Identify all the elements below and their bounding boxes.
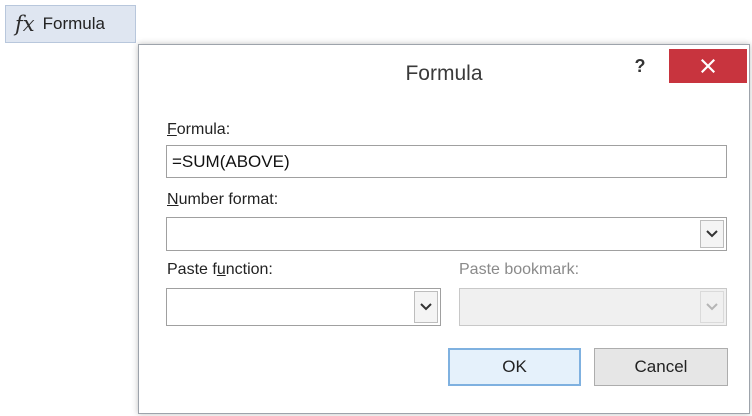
fx-icon: fx <box>15 11 35 36</box>
formula-input[interactable]: =SUM(ABOVE) <box>166 145 727 178</box>
paste-function-label: Paste function: <box>167 261 273 278</box>
formula-value: =SUM(ABOVE) <box>172 151 290 171</box>
number-format-label: Number format: <box>167 191 279 208</box>
number-format-dropdown-button[interactable] <box>700 220 724 248</box>
close-icon <box>701 59 715 73</box>
chevron-down-icon <box>420 303 432 311</box>
number-format-combo[interactable] <box>166 217 727 251</box>
ribbon-formula-label: Formula <box>42 14 105 33</box>
paste-bookmark-label: Paste bookmark: <box>459 261 580 278</box>
chevron-down-icon <box>706 303 718 311</box>
cancel-button[interactable]: Cancel <box>594 348 728 386</box>
chevron-down-icon <box>706 230 718 238</box>
paste-bookmark-dropdown-button <box>700 291 724 323</box>
paste-bookmark-combo <box>459 288 727 326</box>
screen: fx Formula Formula ? Formula: =SUM(ABOVE… <box>0 0 752 416</box>
formula-label: Formula: <box>167 121 231 138</box>
dialog-title: Formula <box>405 62 483 85</box>
ok-button[interactable]: OK <box>448 348 581 386</box>
help-button[interactable]: ? <box>629 53 651 79</box>
close-button[interactable] <box>669 49 747 83</box>
formula-dialog: Formula ? Formula: =SUM(ABOVE) Number fo… <box>138 44 750 414</box>
ribbon-formula-button[interactable]: fx Formula <box>5 5 136 43</box>
paste-function-dropdown-button[interactable] <box>414 291 438 323</box>
paste-function-combo[interactable] <box>166 288 441 326</box>
